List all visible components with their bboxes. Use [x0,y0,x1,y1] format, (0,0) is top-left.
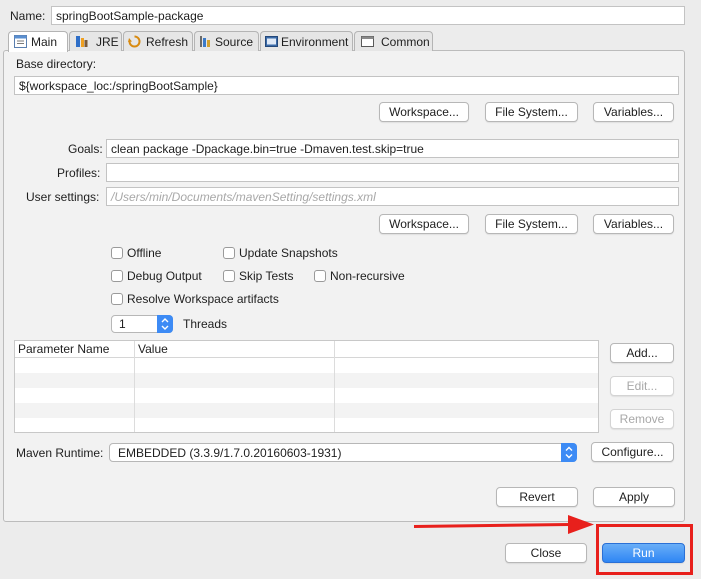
name-input[interactable]: springBootSample-package [51,6,685,25]
parameters-table[interactable]: Parameter Name Value [14,340,599,433]
tab-source-label: Source [215,35,254,49]
skip-tests-label: Skip Tests [239,269,294,283]
apply-button[interactable]: Apply [593,487,675,507]
settings-file-system-button[interactable]: File System... [485,214,578,234]
base-workspace-button[interactable]: Workspace... [379,102,469,122]
parameters-header: Parameter Name Value [15,341,598,358]
main-tab-icon [14,35,27,48]
update-snapshots-label: Update Snapshots [239,246,338,260]
debug-output-label: Debug Output [127,269,202,283]
column-divider [134,341,135,432]
threads-value: 1 [119,317,126,331]
column-header-value[interactable]: Value [138,342,168,356]
resolve-workspace-checkbox[interactable] [111,293,123,305]
tab-source[interactable]: Source [194,31,259,51]
base-variables-button[interactable]: Variables... [593,102,674,122]
chevron-updown-icon [161,318,169,330]
edit-parameter-button[interactable]: Edit... [610,376,674,396]
base-directory-label: Base directory: [16,57,97,71]
table-row [15,388,598,403]
jre-tab-icon [76,36,88,47]
base-file-system-button[interactable]: File System... [485,102,578,122]
maven-runtime-dropdown[interactable] [561,443,577,462]
configure-button[interactable]: Configure... [591,442,674,462]
tab-refresh-label: Refresh [146,35,189,49]
non-recursive-label: Non-recursive [330,269,405,283]
tab-common-label: Common [381,35,430,49]
tab-jre[interactable]: JRE [69,31,122,51]
threads-stepper[interactable] [157,315,173,333]
run-button[interactable]: Run [602,543,685,563]
offline-label: Offline [127,246,162,260]
table-row [15,358,598,373]
table-row [15,418,598,432]
column-divider [334,341,335,432]
maven-runtime-label: Maven Runtime: [16,446,104,460]
debug-output-checkbox[interactable] [111,270,123,282]
resolve-workspace-label: Resolve Workspace artifacts [127,292,279,306]
column-header-parameter-name[interactable]: Parameter Name [18,342,109,356]
profiles-label: Profiles: [57,166,101,180]
source-tab-icon [200,36,210,47]
environment-tab-icon [265,36,278,47]
tab-refresh[interactable]: Refresh [123,31,193,51]
threads-label: Threads [183,317,228,331]
name-label: Name: [10,9,46,23]
maven-runtime-value: EMBEDDED (3.3.9/1.7.0.20160603-1931) [118,446,342,460]
revert-button[interactable]: Revert [496,487,578,507]
table-row [15,373,598,388]
tab-main[interactable]: Main [8,31,68,52]
tab-common[interactable]: Common [354,31,433,51]
offline-checkbox[interactable] [111,247,123,259]
red-arrow-annotation [413,515,594,534]
settings-variables-button[interactable]: Variables... [593,214,674,234]
profiles-input[interactable] [106,163,679,182]
user-settings-label: User settings: [26,190,100,204]
tab-main-label: Main [31,35,58,49]
non-recursive-checkbox[interactable] [314,270,326,282]
user-settings-input[interactable]: /Users/min/Documents/mavenSetting/settin… [106,187,679,206]
goals-input[interactable]: clean package -Dpackage.bin=true -Dmaven… [106,139,679,158]
tab-environment[interactable]: Environment [260,31,353,51]
common-tab-icon [361,36,374,47]
close-button[interactable]: Close [505,543,587,563]
table-row [15,403,598,418]
threads-select[interactable]: 1 [111,315,173,333]
settings-workspace-button[interactable]: Workspace... [379,214,469,234]
update-snapshots-checkbox[interactable] [223,247,235,259]
remove-parameter-button[interactable]: Remove [610,409,674,429]
tab-jre-label: JRE [96,35,119,49]
chevron-updown-icon [565,446,573,459]
skip-tests-checkbox[interactable] [223,270,235,282]
maven-runtime-select[interactable]: EMBEDDED (3.3.9/1.7.0.20160603-1931) [109,443,577,462]
base-directory-input[interactable]: ${workspace_loc:/springBootSample} [14,76,679,95]
refresh-tab-icon [128,35,141,48]
goals-label: Goals: [68,142,103,156]
tab-environment-label: Environment [281,35,349,49]
add-parameter-button[interactable]: Add... [610,343,674,363]
